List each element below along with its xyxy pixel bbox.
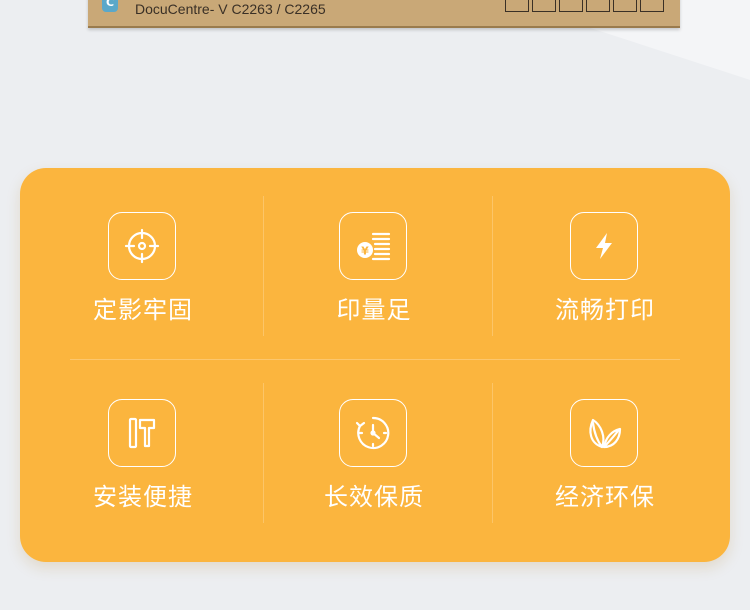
feature-easy-install: 安装便捷 bbox=[25, 355, 261, 542]
keep-dry-icon bbox=[586, 0, 610, 12]
product-model-text: DocuCentre- V C2263 / C2265 bbox=[135, 1, 326, 17]
feature-label: 流畅打印 bbox=[555, 296, 655, 324]
feature-high-yield: ¥ 印量足 bbox=[256, 168, 492, 355]
leaf-icon bbox=[570, 399, 638, 467]
clock-timer-icon bbox=[339, 399, 407, 467]
coin-stack-icon: ¥ bbox=[339, 212, 407, 280]
feature-eco-friendly: 经济环保 bbox=[487, 355, 723, 542]
brand-logo-icon: C bbox=[102, 0, 118, 12]
feature-long-shelf-life: 长效保质 bbox=[256, 355, 492, 542]
hammer-tool-icon bbox=[108, 399, 176, 467]
recycle-icon bbox=[640, 0, 664, 12]
feature-label: 印量足 bbox=[336, 296, 412, 324]
feature-label: 安装便捷 bbox=[93, 483, 193, 511]
product-box: C DocuCentre- V C2263 / C2265 bbox=[88, 0, 680, 28]
crosshair-target-icon bbox=[108, 212, 176, 280]
this-side-up-icon bbox=[532, 0, 556, 12]
feature-fixing-firm: 定影牢固 bbox=[25, 168, 261, 355]
feature-smooth-printing: 流畅打印 bbox=[487, 168, 723, 355]
features-card: 定影牢固 ¥ 印量足 流畅打印 安装便捷 长效保质 经济环保 bbox=[20, 168, 730, 562]
feature-label: 经济环保 bbox=[555, 483, 655, 511]
handling-symbols bbox=[505, 0, 664, 12]
temperature-icon bbox=[613, 0, 637, 12]
fragile-icon bbox=[505, 0, 529, 12]
svg-text:¥: ¥ bbox=[361, 245, 369, 258]
lightning-bolt-icon bbox=[570, 212, 638, 280]
feature-label: 定影牢固 bbox=[93, 296, 193, 324]
stack-limit-icon bbox=[559, 0, 583, 12]
feature-label: 长效保质 bbox=[324, 483, 424, 511]
